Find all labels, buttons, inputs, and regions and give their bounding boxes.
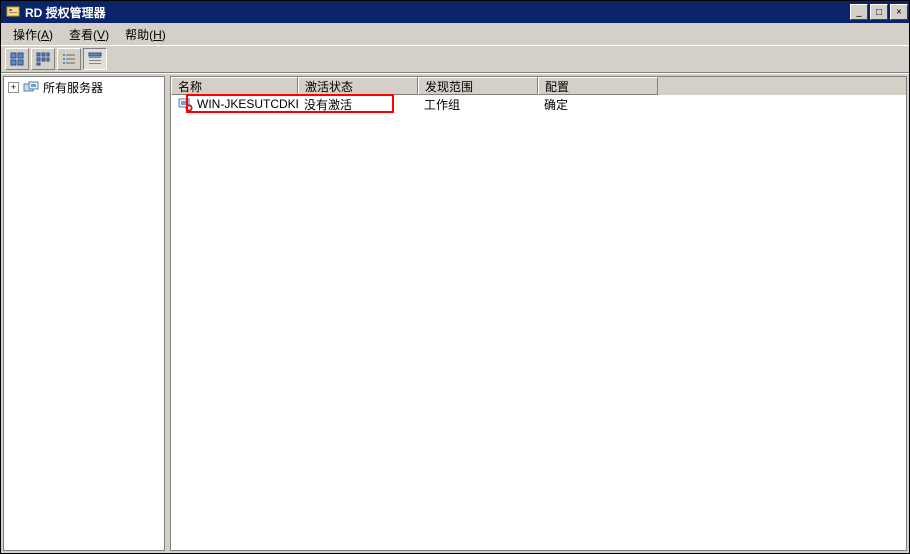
toolbar-list-view[interactable] xyxy=(57,48,81,70)
cell-activation: 没有激活 xyxy=(298,96,418,113)
server-icon xyxy=(177,97,193,111)
close-button[interactable]: × xyxy=(890,4,908,20)
toolbar-small-icons[interactable] xyxy=(31,48,55,70)
content-area: + 所有服务器 名称 激活状态 发现范围 配置 xyxy=(1,73,909,553)
toolbar-large-icons[interactable] xyxy=(5,48,29,70)
window-root: RD 授权管理器 _ □ × 操作(A) 查看(V) 帮助(H) xyxy=(0,0,910,554)
tree-root-row[interactable]: + 所有服务器 xyxy=(4,77,164,98)
list-header: 名称 激活状态 发现范围 配置 xyxy=(171,77,906,95)
cell-scope: 工作组 xyxy=(418,96,538,113)
toolbar-details-view[interactable] xyxy=(83,48,107,70)
tree-pane[interactable]: + 所有服务器 xyxy=(3,76,165,551)
title-bar: RD 授权管理器 _ □ × xyxy=(1,1,909,23)
column-header-config[interactable]: 配置 xyxy=(538,77,658,95)
cell-config: 确定 xyxy=(538,96,658,113)
toolbar xyxy=(1,45,909,73)
menu-bar: 操作(A) 查看(V) 帮助(H) xyxy=(1,23,909,45)
tree-expand-icon[interactable]: + xyxy=(8,82,19,93)
list-pane: 名称 激活状态 发现范围 配置 xyxy=(170,76,907,551)
menu-help[interactable]: 帮助(H) xyxy=(117,24,174,45)
menu-view[interactable]: 查看(V) xyxy=(61,24,117,45)
column-header-scope[interactable]: 发现范围 xyxy=(418,77,538,95)
cell-name-text: WIN-JKESUTCDKFE xyxy=(197,97,298,111)
servers-icon xyxy=(23,81,39,95)
cell-name: WIN-JKESUTCDKFE xyxy=(171,97,298,111)
list-body[interactable]: WIN-JKESUTCDKFE 没有激活 工作组 确定 xyxy=(171,95,906,550)
tree-root-label: 所有服务器 xyxy=(43,79,103,96)
maximize-button[interactable]: □ xyxy=(870,4,888,20)
menu-action[interactable]: 操作(A) xyxy=(5,24,61,45)
window-controls: _ □ × xyxy=(849,2,909,22)
app-icon xyxy=(5,4,21,20)
column-header-name[interactable]: 名称 xyxy=(171,77,298,95)
minimize-button[interactable]: _ xyxy=(850,4,868,20)
window-title: RD 授权管理器 xyxy=(25,4,849,21)
table-row[interactable]: WIN-JKESUTCDKFE 没有激活 工作组 确定 xyxy=(171,95,906,113)
column-header-activation[interactable]: 激活状态 xyxy=(298,77,418,95)
